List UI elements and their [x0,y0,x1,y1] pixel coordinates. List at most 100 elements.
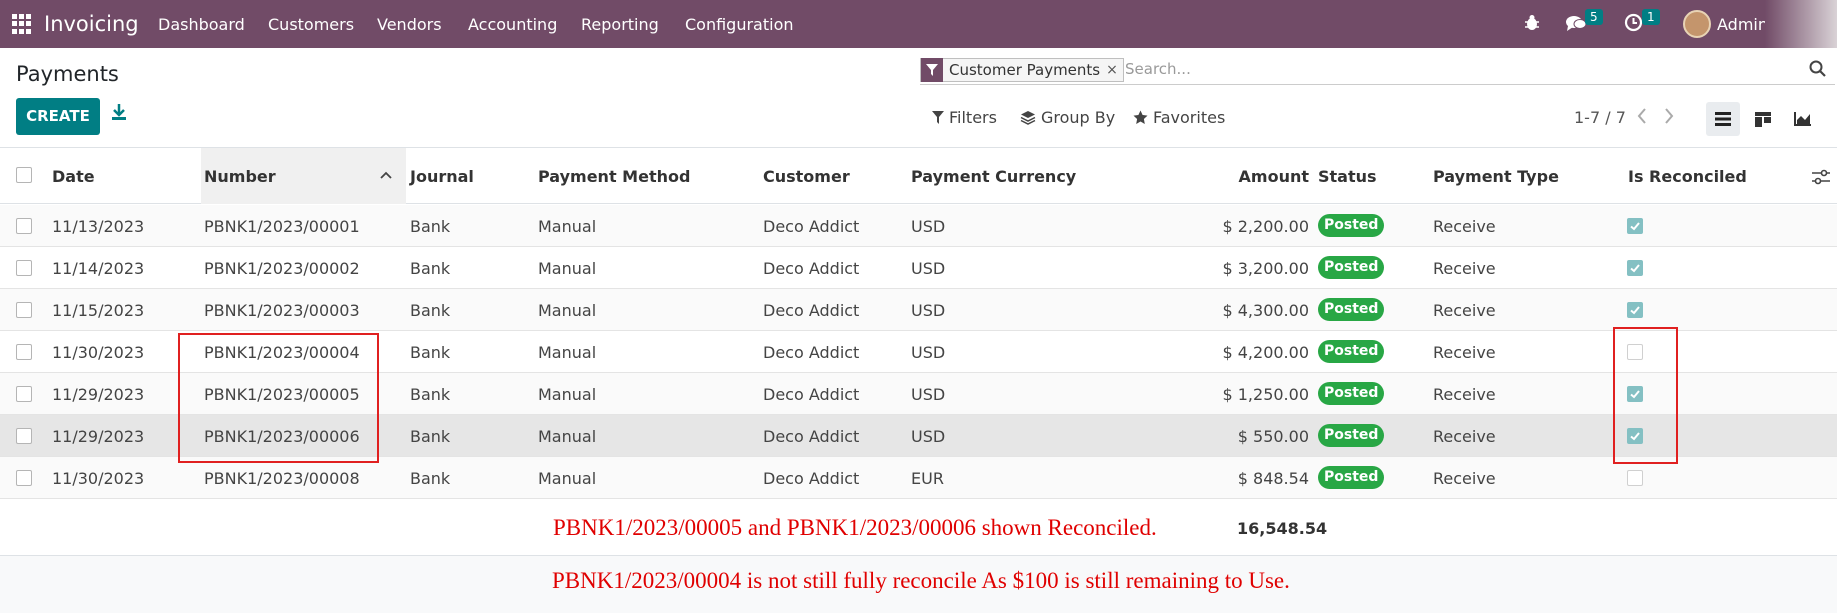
row-select-checkbox[interactable] [16,470,32,486]
menu-reporting[interactable]: Reporting [581,15,659,34]
row-select-checkbox[interactable] [16,344,32,360]
table-row[interactable]: 11/13/2023 PBNK1/2023/00001 Bank Manual Deco… [0,205,1837,247]
row-select-checkbox[interactable] [16,386,32,402]
cell-date: 11/30/2023 [52,469,145,488]
row-select-checkbox[interactable] [16,428,32,444]
favorites-button[interactable]: Favorites [1133,108,1225,127]
header-status[interactable]: Status [1318,167,1377,186]
messages-icon[interactable] [1565,14,1587,37]
header-journal[interactable]: Journal [410,167,474,186]
header-payment-method[interactable]: Payment Method [538,167,690,186]
messages-count-badge: 5 [1585,9,1603,25]
apps-menu-icon[interactable] [12,14,32,34]
search-input[interactable] [1125,60,1745,78]
status-badge: Posted [1318,298,1385,321]
filter-icon [932,111,944,124]
graph-view-icon[interactable] [1786,102,1820,136]
header-payment-currency[interactable]: Payment Currency [911,167,1076,186]
annotation-note-reconciled: PBNK1/2023/00005 and PBNK1/2023/00006 sh… [553,515,1157,540]
menu-accounting[interactable]: Accounting [468,15,557,34]
cell-currency: USD [911,217,946,236]
annotation-box-reconciled [1613,327,1678,464]
row-select-checkbox[interactable] [16,218,32,234]
search-facet[interactable]: Customer Payments × [920,58,1124,82]
status-badge: Posted [1318,466,1385,489]
cell-payment-method: Manual [538,469,597,488]
menu-vendors[interactable]: Vendors [377,15,442,34]
status-badge: Posted [1318,256,1385,279]
list-view-icon[interactable] [1706,102,1740,136]
pager-next-icon[interactable] [1664,108,1674,129]
header-is-reconciled[interactable]: Is Reconciled [1628,167,1747,186]
filter-funnel-icon [921,58,943,82]
table-row[interactable]: 11/30/2023 PBNK1/2023/00008 Bank Manual Deco… [0,457,1837,499]
cell-amount: $ 550.00 [1237,427,1309,446]
status-badge: Posted [1318,340,1385,363]
filters-label: Filters [949,108,997,127]
cell-date: 11/13/2023 [52,217,145,236]
layers-icon [1020,111,1036,125]
cell-number: PBNK1/2023/00003 [204,301,360,320]
filters-button[interactable]: Filters [932,108,997,127]
header-amount[interactable]: Amount [1200,167,1309,186]
table-row[interactable]: 11/14/2023 PBNK1/2023/00002 Bank Manual Deco… [0,247,1837,289]
cell-payment-type: Receive [1433,343,1496,362]
cell-payment-type: Receive [1433,217,1496,236]
status-badge: Posted [1318,382,1385,405]
activities-clock-icon[interactable] [1624,13,1643,37]
header-date[interactable]: Date [52,167,95,186]
pager-value[interactable]: 1-7 / 7 [1574,108,1626,127]
header-payment-type[interactable]: Payment Type [1433,167,1559,186]
cell-amount: $ 1,250.00 [1222,385,1309,404]
status-badge: Posted [1318,214,1385,237]
menu-configuration[interactable]: Configuration [685,15,794,34]
table-footer: PBNK1/2023/00005 and PBNK1/2023/00006 sh… [0,500,1837,556]
cell-number: PBNK1/2023/00001 [204,217,360,236]
search-icon[interactable] [1809,60,1827,78]
annotation-note-not-reconciled: PBNK1/2023/00004 is not still fully reco… [552,568,1290,593]
column-settings-icon[interactable] [1812,169,1830,185]
cell-date: 11/15/2023 [52,301,145,320]
sort-ascending-icon [380,165,392,183]
activities-count-badge: 1 [1642,9,1660,25]
pager-previous-icon[interactable] [1637,108,1647,129]
table-header: Date Number Journal Payment Method Custo… [0,148,1837,204]
kanban-view-icon[interactable] [1746,102,1780,136]
cell-payment-method: Manual [538,427,597,446]
status-badge: Posted [1318,424,1385,447]
cell-customer: Deco Addict [763,385,860,404]
header-customer[interactable]: Customer [763,167,850,186]
facet-remove-icon[interactable]: × [1106,62,1123,78]
row-select-checkbox[interactable] [16,302,32,318]
cell-date: 11/14/2023 [52,259,145,278]
menu-dashboard[interactable]: Dashboard [158,15,245,34]
header-number[interactable]: Number [204,167,276,186]
download-icon[interactable] [111,103,129,123]
group-by-button[interactable]: Group By [1020,108,1115,127]
group-by-label: Group By [1041,108,1116,127]
search-bar: Customer Payments × [920,57,1835,85]
cell-journal: Bank [410,385,451,404]
favorites-label: Favorites [1153,108,1226,127]
user-avatar[interactable] [1683,10,1711,38]
debug-bug-icon[interactable] [1524,14,1540,37]
table-row[interactable]: 11/15/2023 PBNK1/2023/00003 Bank Manual Deco… [0,289,1837,331]
app-name[interactable]: Invoicing [44,12,139,36]
row-select-checkbox[interactable] [16,260,32,276]
cell-journal: Bank [410,301,451,320]
cell-payment-method: Manual [538,385,597,404]
reconciled-checkbox [1627,470,1643,486]
annotation-box-numbers [178,333,379,463]
cell-payment-method: Manual [538,343,597,362]
cell-customer: Deco Addict [763,469,860,488]
cell-amount: $ 848.54 [1237,469,1309,488]
cell-amount: $ 2,200.00 [1222,217,1309,236]
cell-date: 11/30/2023 [52,343,145,362]
select-all-checkbox[interactable] [16,167,32,183]
user-name[interactable]: Admin [1717,15,1768,34]
facet-label: Customer Payments [949,61,1101,79]
navbar-fade [1765,0,1837,48]
create-button[interactable]: CREATE [16,98,100,135]
reconciled-checkbox [1627,260,1643,276]
menu-customers[interactable]: Customers [268,15,354,34]
